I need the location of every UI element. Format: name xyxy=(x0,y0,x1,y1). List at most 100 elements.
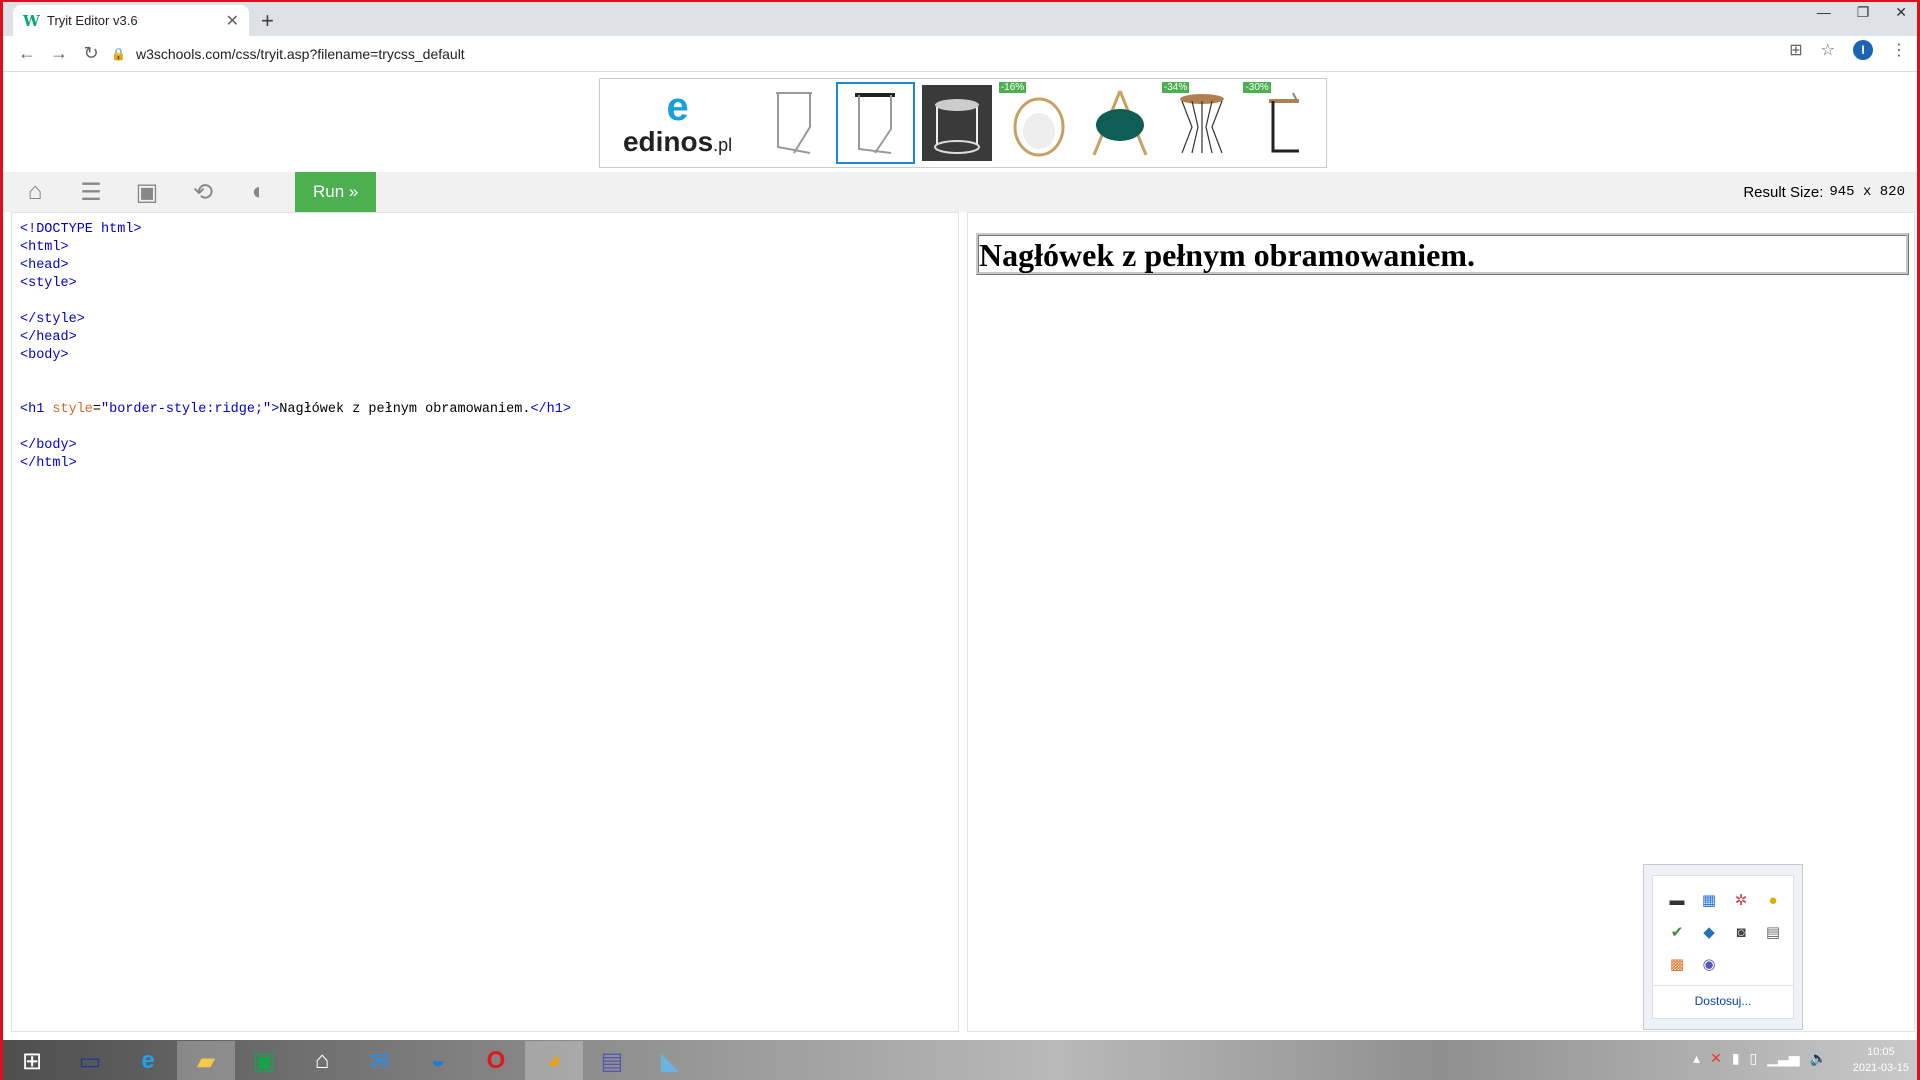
theme-contrast-icon[interactable]: ◐ xyxy=(231,172,287,212)
tray-overflow-panel: ▬ ▦ ✲ ● ✔ ◆ ◙ ▤ ▩ ◉ Dostosuj... xyxy=(1652,875,1794,1019)
browser-tab[interactable]: W Tryit Editor v3.6 ✕ xyxy=(13,5,249,36)
chrome-icon[interactable]: ◕ xyxy=(525,1041,583,1080)
mail-icon[interactable]: ✉ xyxy=(351,1041,409,1080)
safely-remove-icon[interactable]: ✔ xyxy=(1661,916,1693,948)
printer-icon[interactable]: ▤ xyxy=(1757,916,1789,948)
settings-bug-icon[interactable]: ✲ xyxy=(1725,884,1757,916)
tray-icon-grid: ▬ ▦ ✲ ● ✔ ◆ ◙ ▤ ▩ ◉ xyxy=(1653,876,1793,988)
ad-brand-name: edinos xyxy=(622,126,714,157)
camera-icon[interactable]: ◙ xyxy=(1725,916,1757,948)
new-tab-button[interactable]: + xyxy=(261,8,274,34)
ad-brand: edinos.pl xyxy=(623,126,732,158)
back-arrow-icon[interactable]: ← xyxy=(11,43,43,64)
opera-icon[interactable]: O xyxy=(467,1041,525,1080)
ad-product-c-table[interactable]: -30% xyxy=(1243,82,1323,164)
tray-overflow-popup: ▬ ▦ ✲ ● ✔ ◆ ◙ ▤ ▩ ◉ Dostosuj... xyxy=(1643,864,1803,1030)
security-alert-icon[interactable]: ✕ xyxy=(1710,1050,1722,1067)
battery-icon[interactable]: ▯ xyxy=(1750,1050,1758,1067)
ad-product-black-table[interactable] xyxy=(835,82,916,164)
notification-area: ▴ ✕ ▮ ▯ ▁▃▅ 🔊 xyxy=(1693,1050,1827,1067)
code-line-h1: <h1 style="border-style:ridge;">Nagłówek… xyxy=(20,402,571,417)
store-icon[interactable]: ▣ xyxy=(235,1041,293,1080)
rotate-layout-icon[interactable]: ⟲ xyxy=(175,172,231,212)
ad-logo[interactable]: e edinos.pl xyxy=(602,80,753,166)
customize-link[interactable]: Dostosuj... xyxy=(1653,985,1793,1008)
monitor-icon[interactable]: ▬ xyxy=(1661,884,1693,916)
ad-discount: -16% xyxy=(998,82,1027,93)
menu-kebab-icon[interactable]: ⋮ xyxy=(1891,40,1907,60)
edge-icon[interactable]: ◒ xyxy=(409,1041,467,1080)
ad-product-side-table[interactable] xyxy=(754,82,834,164)
side-table-icon xyxy=(775,92,812,154)
w3schools-favicon-icon: W xyxy=(23,11,40,30)
window-controls: — ❐ ✕ xyxy=(1817,2,1907,22)
tab-close-icon[interactable]: ✕ xyxy=(226,11,239,31)
save-icon[interactable]: ▣ xyxy=(119,172,175,212)
code-line: </body> xyxy=(20,438,77,453)
restore-button[interactable]: ❐ xyxy=(1857,4,1870,21)
address-bar[interactable]: 🔒 w3schools.com/css/tryit.asp?filename=t… xyxy=(111,40,1857,68)
forward-arrow-icon[interactable]: → xyxy=(43,43,75,64)
tryit-toolbar: ⌂ ☰ ▣ ⟲ ◐ Run » Result Size: 945 x 820 xyxy=(3,172,1917,212)
ad-banner[interactable]: e edinos.pl -16% -34% -30% xyxy=(599,78,1327,168)
browser-toolbar: ← → ↻ 🔒 w3schools.com/css/tryit.asp?file… xyxy=(3,36,1917,72)
profile-avatar[interactable]: I xyxy=(1853,40,1873,60)
show-hidden-icons-icon[interactable]: ▴ xyxy=(1693,1050,1700,1067)
c-table-icon xyxy=(1269,92,1300,153)
update-icon[interactable]: ● xyxy=(1757,884,1789,916)
menu-icon[interactable]: ☰ xyxy=(63,172,119,212)
code-line: </head> xyxy=(20,330,77,345)
volume-icon[interactable]: 🔊 xyxy=(1810,1050,1827,1067)
file-explorer-icon[interactable]: ▰ xyxy=(177,1041,235,1080)
result-heading: Nagłówek z pełnym obramowaniem. xyxy=(976,233,1909,275)
network-drive-icon[interactable]: ▦ xyxy=(1693,884,1725,916)
app-orange-icon[interactable]: ▩ xyxy=(1661,948,1693,980)
result-size-value: 945 x 820 xyxy=(1829,184,1905,200)
glass-table-icon xyxy=(922,85,993,161)
code-line: <head> xyxy=(20,258,69,273)
edinos-logo-icon: e xyxy=(666,85,689,129)
lenovo-app-icon[interactable]: ▭ xyxy=(61,1041,119,1080)
taskbar: ⊞ ▭ e ▰ ▣ ⌂ ✉ ◒ O ◕ ▤ ◣ ▴ ✕ ▮ ▯ ▁▃▅ 🔊 10… xyxy=(3,1040,1917,1080)
taskbar-clock[interactable]: 10:05 2021-03-15 xyxy=(1853,1044,1909,1076)
lock-icon: 🔒 xyxy=(111,47,126,61)
paint-app-icon[interactable]: ◣ xyxy=(641,1041,699,1080)
power-icon[interactable]: ▮ xyxy=(1732,1050,1740,1067)
reload-icon[interactable]: ↻ xyxy=(75,43,107,64)
translate-icon[interactable]: ⊞ xyxy=(1789,40,1802,60)
code-editor[interactable]: <!DOCTYPE html> <html> <head> <style> </… xyxy=(11,212,959,1032)
ad-discount: -34% xyxy=(1161,82,1190,93)
ad-product-hanging-chair[interactable]: -16% xyxy=(998,82,1079,164)
window-close-button[interactable]: ✕ xyxy=(1895,4,1907,21)
package-icon[interactable]: ◆ xyxy=(1693,916,1725,948)
browser-tab-bar: W Tryit Editor v3.6 ✕ + — ❐ ✕ xyxy=(3,2,1917,36)
bookmark-star-icon[interactable]: ☆ xyxy=(1821,40,1835,60)
start-button-icon[interactable]: ⊞ xyxy=(3,1041,61,1080)
run-button[interactable]: Run » xyxy=(295,172,377,212)
ad-brand-suffix: .pl xyxy=(713,135,733,155)
home-app-icon[interactable]: ⌂ xyxy=(293,1041,351,1080)
teams-tray-icon[interactable]: ◉ xyxy=(1693,948,1725,980)
clock-date: 2021-03-15 xyxy=(1852,1062,1909,1074)
internet-explorer-icon[interactable]: e xyxy=(119,1041,177,1080)
code-line: <style> xyxy=(20,276,77,291)
home-icon[interactable]: ⌂ xyxy=(7,172,63,212)
ad-product-swing-chair[interactable] xyxy=(1080,82,1160,164)
tab-title: Tryit Editor v3.6 xyxy=(47,13,138,28)
url-text: w3schools.com/css/tryit.asp?filename=try… xyxy=(135,46,465,62)
minimize-button[interactable]: — xyxy=(1817,4,1831,20)
code-line: <html> xyxy=(20,240,69,255)
ad-product-wire-table[interactable]: -34% xyxy=(1161,82,1242,164)
code-line: </style> xyxy=(20,312,85,327)
ad-product-glass-table[interactable] xyxy=(917,82,997,164)
ad-discount: -30% xyxy=(1243,82,1271,93)
black-table-icon xyxy=(855,93,896,154)
swing-chair-icon xyxy=(1092,90,1148,156)
result-size-label: Result Size: xyxy=(1743,183,1824,201)
teams-icon[interactable]: ▤ xyxy=(583,1041,641,1080)
wifi-signal-icon[interactable]: ▁▃▅ xyxy=(1767,1050,1799,1067)
